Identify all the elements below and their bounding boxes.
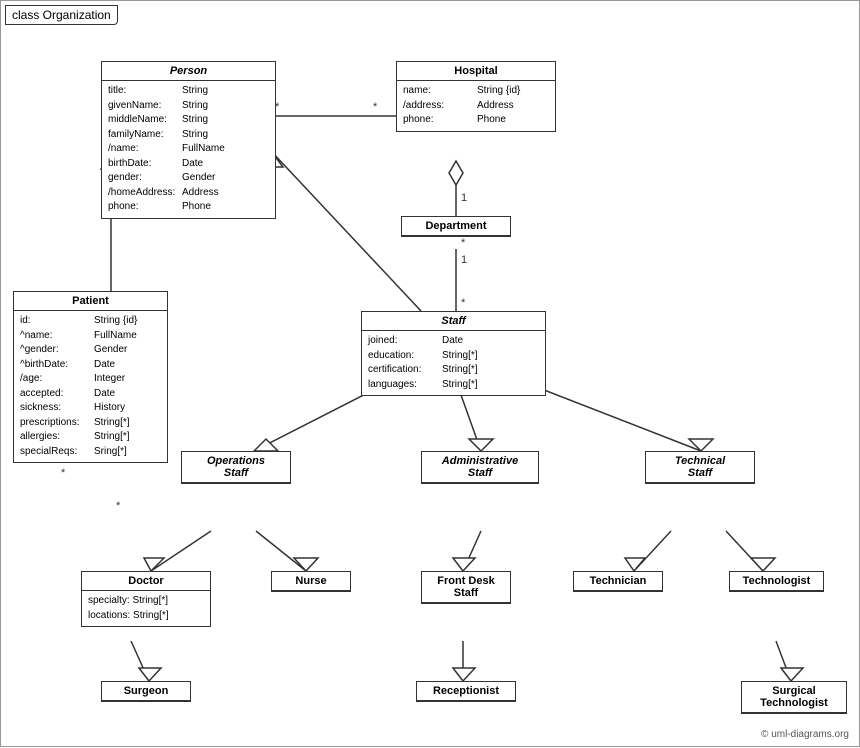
copyright: © uml-diagrams.org bbox=[761, 729, 849, 740]
svg-text:*: * bbox=[461, 237, 466, 249]
department-class: Department bbox=[401, 216, 511, 237]
person-class-name: Person bbox=[102, 62, 275, 81]
diagram-title: class Organization bbox=[5, 5, 118, 25]
svg-text:*: * bbox=[61, 467, 66, 479]
operations-staff-class: OperationsStaff bbox=[181, 451, 291, 484]
doctor-class: Doctor specialty: String[*] locations: S… bbox=[81, 571, 211, 627]
administrative-staff-name: AdministrativeStaff bbox=[422, 452, 538, 483]
technologist-class-name: Technologist bbox=[730, 572, 823, 591]
department-class-name: Department bbox=[402, 217, 510, 236]
staff-class: Staff joined:Date education:String[*] ce… bbox=[361, 311, 546, 396]
diagram-container: class Organization * * 1 * 1 * bbox=[0, 0, 860, 747]
svg-text:*: * bbox=[116, 500, 121, 512]
front-desk-staff-class: Front DeskStaff bbox=[421, 571, 511, 604]
technical-staff-name: TechnicalStaff bbox=[646, 452, 754, 483]
receptionist-class: Receptionist bbox=[416, 681, 516, 702]
nurse-class-name: Nurse bbox=[272, 572, 350, 591]
hospital-class: Hospital name:String {id} /address:Addre… bbox=[396, 61, 556, 132]
hospital-attrs: name:String {id} /address:Address phone:… bbox=[397, 81, 555, 131]
technician-class: Technician bbox=[573, 571, 663, 592]
operations-staff-name: OperationsStaff bbox=[182, 452, 290, 483]
staff-attrs: joined:Date education:String[*] certific… bbox=[362, 331, 545, 395]
staff-class-name: Staff bbox=[362, 312, 545, 331]
surgeon-class-name: Surgeon bbox=[102, 682, 190, 701]
person-class: Person title:String givenName:String mid… bbox=[101, 61, 276, 219]
surgical-technologist-name: SurgicalTechnologist bbox=[742, 682, 846, 713]
patient-attrs: id:String {id} ^name:FullName ^gender:Ge… bbox=[14, 311, 167, 462]
administrative-staff-class: AdministrativeStaff bbox=[421, 451, 539, 484]
front-desk-staff-name: Front DeskStaff bbox=[422, 572, 510, 603]
svg-text:*: * bbox=[373, 101, 378, 113]
person-attrs: title:String givenName:String middleName… bbox=[102, 81, 275, 218]
svg-text:*: * bbox=[461, 297, 466, 309]
doctor-class-name: Doctor bbox=[82, 572, 210, 591]
surgical-technologist-class: SurgicalTechnologist bbox=[741, 681, 847, 714]
technologist-class: Technologist bbox=[729, 571, 824, 592]
doctor-attrs: specialty: String[*] locations: String[*… bbox=[82, 591, 210, 626]
technician-class-name: Technician bbox=[574, 572, 662, 591]
svg-text:1: 1 bbox=[461, 192, 467, 204]
patient-class-name: Patient bbox=[14, 292, 167, 311]
receptionist-class-name: Receptionist bbox=[417, 682, 515, 701]
svg-text:1: 1 bbox=[461, 254, 467, 266]
technical-staff-class: TechnicalStaff bbox=[645, 451, 755, 484]
hospital-class-name: Hospital bbox=[397, 62, 555, 81]
nurse-class: Nurse bbox=[271, 571, 351, 592]
surgeon-class: Surgeon bbox=[101, 681, 191, 702]
patient-class: Patient id:String {id} ^name:FullName ^g… bbox=[13, 291, 168, 463]
